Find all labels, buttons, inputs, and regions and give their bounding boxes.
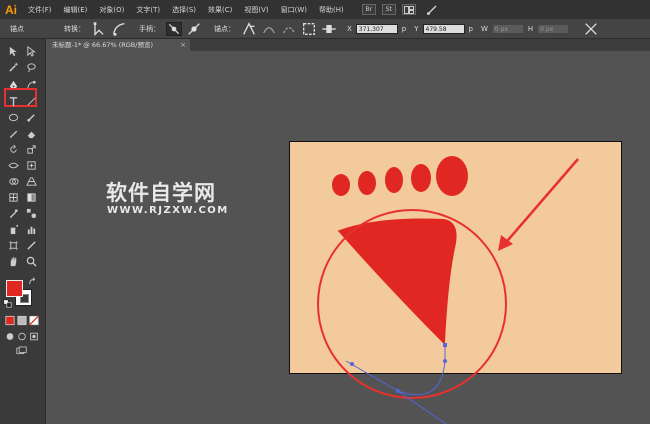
ellipse-tool-icon[interactable] — [6, 111, 20, 123]
handle-point[interactable] — [350, 362, 354, 366]
menu-file[interactable]: 文件(F) — [22, 5, 58, 15]
convert-to-smooth-icon[interactable] — [111, 22, 127, 36]
anchor-label: 锚点： — [214, 24, 235, 33]
draw-behind-icon[interactable] — [17, 331, 27, 341]
menu-view[interactable]: 视图(V) — [238, 5, 274, 15]
line-tool-icon[interactable] — [24, 95, 38, 107]
y-unit: p — [468, 24, 473, 33]
direction-handle-line[interactable] — [397, 390, 447, 424]
toe-shape[interactable] — [436, 156, 468, 196]
gradient-tool-icon[interactable] — [24, 191, 38, 203]
w-input[interactable]: 0 px — [491, 23, 524, 34]
annotation-arrow — [501, 158, 579, 248]
close-icon[interactable]: × — [180, 39, 186, 51]
zoom-tool-icon[interactable] — [24, 255, 38, 267]
rotate-tool-icon[interactable] — [6, 143, 20, 155]
x-label: X — [347, 24, 352, 33]
toe-shape[interactable] — [332, 174, 350, 196]
anchor-point[interactable] — [443, 343, 447, 347]
h-label: H — [527, 24, 534, 33]
paintbrush-tool-icon[interactable] — [24, 111, 38, 123]
type-tool-icon[interactable] — [6, 95, 20, 107]
screen-mode-icon[interactable] — [14, 345, 28, 355]
arrange-documents-icon[interactable] — [401, 4, 416, 15]
artwork-layer — [317, 156, 579, 424]
x-input[interactable]: 371.307 — [355, 23, 398, 34]
menu-object[interactable]: 对象(O) — [93, 5, 130, 15]
color-mode-icon[interactable] — [5, 315, 15, 325]
y-input[interactable]: 479.58 — [422, 23, 465, 34]
h-input[interactable]: 0 px — [537, 23, 570, 34]
mode-label: 锚点 — [10, 24, 24, 33]
column-graph-tool-icon[interactable] — [24, 223, 38, 235]
menu-type[interactable]: 文字(T) — [130, 5, 166, 15]
connect-anchors-icon[interactable] — [261, 22, 277, 36]
gradient-mode-icon[interactable] — [17, 315, 27, 325]
control-bar: 锚点 转换： 手柄： 锚点： X 371.307 p Y 479.58 p W … — [0, 19, 650, 39]
show-handles-icon[interactable] — [166, 21, 182, 36]
slice-tool-icon[interactable] — [24, 239, 38, 251]
y-label: Y — [414, 24, 419, 33]
selection-tool-icon[interactable] — [6, 45, 20, 57]
lasso-tool-icon[interactable] — [24, 61, 38, 73]
menu-effect[interactable]: 效果(C) — [202, 5, 238, 15]
none-mode-icon[interactable] — [29, 315, 39, 325]
artboard-tool-icon[interactable] — [6, 239, 20, 251]
eraser-tool-icon[interactable] — [24, 127, 38, 139]
default-colors-icon[interactable] — [3, 299, 12, 308]
convert-to-corner-icon[interactable] — [91, 21, 107, 36]
menu-help[interactable]: 帮助(H) — [313, 5, 350, 15]
document-tab-title: 未标题-1* @ 66.67% (RGB/预览) — [52, 41, 153, 49]
canvas-area[interactable]: 软件自学网 WWW.RJZXW.COM — [46, 51, 650, 424]
w-label: W — [480, 24, 488, 33]
symbol-sprayer-tool-icon[interactable] — [6, 223, 20, 235]
convert-label: 转换： — [64, 24, 85, 33]
remove-anchor-icon[interactable] — [241, 21, 257, 36]
toe-shape[interactable] — [385, 167, 403, 193]
hand-tool-icon[interactable] — [6, 255, 20, 267]
document-tab-bar: 未标题-1* @ 66.67% (RGB/预览) × — [46, 39, 650, 51]
mesh-tool-icon[interactable] — [6, 191, 20, 203]
perspective-grid-tool-icon[interactable] — [24, 175, 38, 187]
width-tool-icon[interactable] — [6, 159, 20, 171]
direct-selection-tool-icon[interactable] — [24, 45, 38, 57]
magic-wand-tool-icon[interactable] — [6, 61, 20, 73]
pencil-tool-icon[interactable] — [6, 127, 20, 139]
stock-button[interactable]: St — [381, 4, 396, 15]
menu-bar: Ai 文件(F) 编辑(E) 对象(O) 文字(T) 选择(S) 效果(C) 视… — [0, 0, 650, 19]
tools-panel — [0, 39, 46, 424]
swap-fill-stroke-icon[interactable] — [28, 276, 38, 287]
document-tab[interactable]: 未标题-1* @ 66.67% (RGB/预览) × — [46, 39, 190, 51]
toe-shape[interactable] — [358, 171, 376, 195]
bridge-button[interactable]: Br — [361, 4, 376, 15]
app-logo: Ai — [5, 2, 17, 17]
draw-inside-icon[interactable] — [29, 331, 39, 341]
hide-handles-icon[interactable] — [186, 22, 202, 36]
scale-tool-icon[interactable] — [24, 143, 38, 155]
pen-path[interactable] — [345, 345, 446, 396]
eyedropper-tool-icon[interactable] — [6, 207, 20, 219]
menu-edit[interactable]: 编辑(E) — [58, 5, 94, 15]
handle-label: 手柄： — [139, 24, 160, 33]
free-transform-tool-icon[interactable] — [24, 159, 38, 171]
blend-tool-icon[interactable] — [24, 207, 38, 219]
menu-select[interactable]: 选择(S) — [166, 5, 202, 15]
fill-swatch[interactable] — [6, 280, 23, 297]
x-unit: p — [401, 24, 407, 33]
isolate-icon[interactable] — [301, 22, 317, 36]
cut-path-icon[interactable] — [281, 22, 297, 36]
menu-window[interactable]: 窗口(W) — [275, 5, 313, 15]
shape-builder-tool-icon[interactable] — [6, 175, 20, 187]
handle-point[interactable] — [443, 359, 447, 363]
anchor-point[interactable] — [396, 389, 400, 393]
brush-icon[interactable] — [424, 3, 440, 17]
toe-shape[interactable] — [411, 164, 431, 192]
transform-icon[interactable] — [583, 22, 599, 36]
foot-shape[interactable] — [337, 218, 457, 346]
draw-normal-icon[interactable] — [5, 331, 15, 341]
align-icon[interactable] — [321, 22, 337, 36]
